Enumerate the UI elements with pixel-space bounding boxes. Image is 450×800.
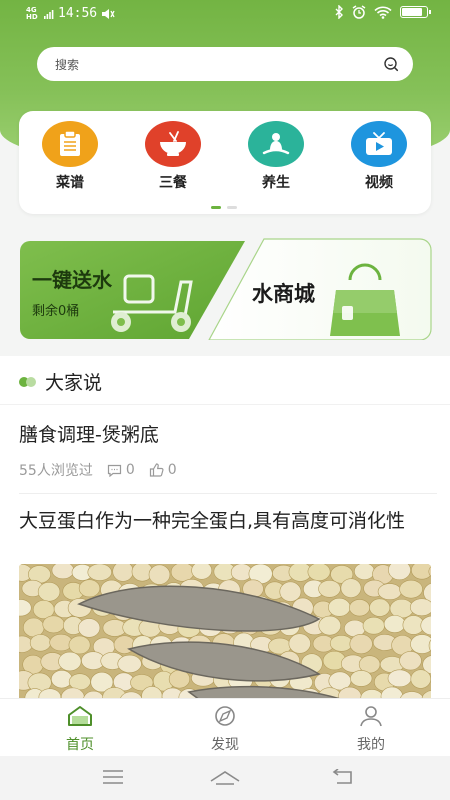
scooter-icon: [111, 274, 193, 332]
network-indicator: 4G HD: [26, 5, 44, 21]
article-meta: 55人浏览过 0 0: [19, 460, 177, 480]
category-wellness[interactable]: 养生: [241, 121, 311, 192]
category-video[interactable]: 视频: [344, 121, 414, 192]
tab-profile[interactable]: 我的: [331, 705, 411, 754]
carousel-indicator: [211, 206, 237, 209]
soybean-photo[interactable]: [19, 564, 431, 700]
tab-label: 我的: [357, 737, 385, 753]
network-label: 4G HD: [26, 5, 38, 21]
category-card: 菜谱 三餐 养生 视频: [19, 111, 431, 214]
bubbles-icon: [19, 376, 37, 387]
feed-section: 大家说 膳食调理-煲粥底 55人浏览过 0 0 大豆蛋白作为一种完全蛋白,具有高…: [0, 356, 450, 700]
tab-home[interactable]: 首页: [40, 705, 120, 754]
water-shop-title: 水商城: [252, 282, 315, 306]
category-label: 三餐: [159, 175, 187, 191]
clock: 14:56: [58, 6, 98, 21]
like-count: 0: [167, 462, 177, 478]
water-delivery-title: 一键送水: [32, 268, 112, 292]
tab-label: 首页: [66, 737, 94, 753]
article-title[interactable]: 膳食调理-煲粥底: [19, 420, 159, 447]
home-icon[interactable]: [67, 705, 93, 727]
wifi-icon: [374, 6, 392, 19]
search-bar[interactable]: 搜索: [37, 47, 413, 81]
tab-label: 发现: [211, 737, 239, 753]
section-header: 大家说: [19, 368, 102, 395]
tv-icon[interactable]: [351, 121, 407, 167]
tab-discover[interactable]: 发现: [185, 705, 265, 754]
article-title[interactable]: 大豆蛋白作为一种完全蛋白,具有高度可消化性: [19, 511, 429, 531]
search-input[interactable]: 搜索: [55, 56, 383, 73]
category-recipes[interactable]: 菜谱: [35, 121, 105, 192]
comment-icon[interactable]: [107, 464, 122, 477]
back-icon[interactable]: [332, 769, 354, 785]
carousel-dot: [227, 206, 237, 209]
divider: [19, 493, 437, 494]
comment-counter[interactable]: 0: [107, 462, 135, 478]
profile-icon[interactable]: [359, 705, 383, 727]
mute-icon: [102, 8, 115, 19]
system-navigation-bar: [0, 756, 450, 800]
shopping-bag-icon: [330, 263, 400, 336]
section-title: 大家说: [45, 372, 103, 394]
discover-icon[interactable]: [213, 705, 237, 727]
divider: [0, 404, 450, 405]
meditation-icon[interactable]: [248, 121, 304, 167]
home-nav-icon[interactable]: [210, 769, 240, 785]
category-label: 菜谱: [56, 175, 84, 191]
category-label: 视频: [365, 175, 393, 191]
clipboard-icon[interactable]: [42, 121, 98, 167]
battery-icon: [400, 6, 431, 18]
comment-count: 0: [125, 462, 135, 478]
water-delivery-banner[interactable]: 一键送水 剩余0桶: [19, 240, 246, 340]
bowl-icon[interactable]: [145, 121, 201, 167]
bluetooth-icon: [335, 5, 343, 19]
category-label: 养生: [262, 175, 290, 191]
remaining-buckets: 剩余0桶: [32, 304, 80, 319]
signal-icon: [44, 9, 54, 19]
bottom-tab-bar: 首页 发现 我的: [0, 698, 450, 756]
menu-icon[interactable]: [102, 769, 124, 785]
status-bar: 4G HD 14:56: [0, 0, 450, 28]
category-meals[interactable]: 三餐: [138, 121, 208, 192]
alarm-icon: [352, 5, 366, 19]
like-counter[interactable]: 0: [149, 462, 177, 478]
carousel-dot-active: [211, 206, 221, 209]
view-count: 55人浏览过: [19, 463, 93, 479]
search-icon[interactable]: [383, 56, 399, 72]
thumbs-up-icon[interactable]: [149, 463, 164, 477]
